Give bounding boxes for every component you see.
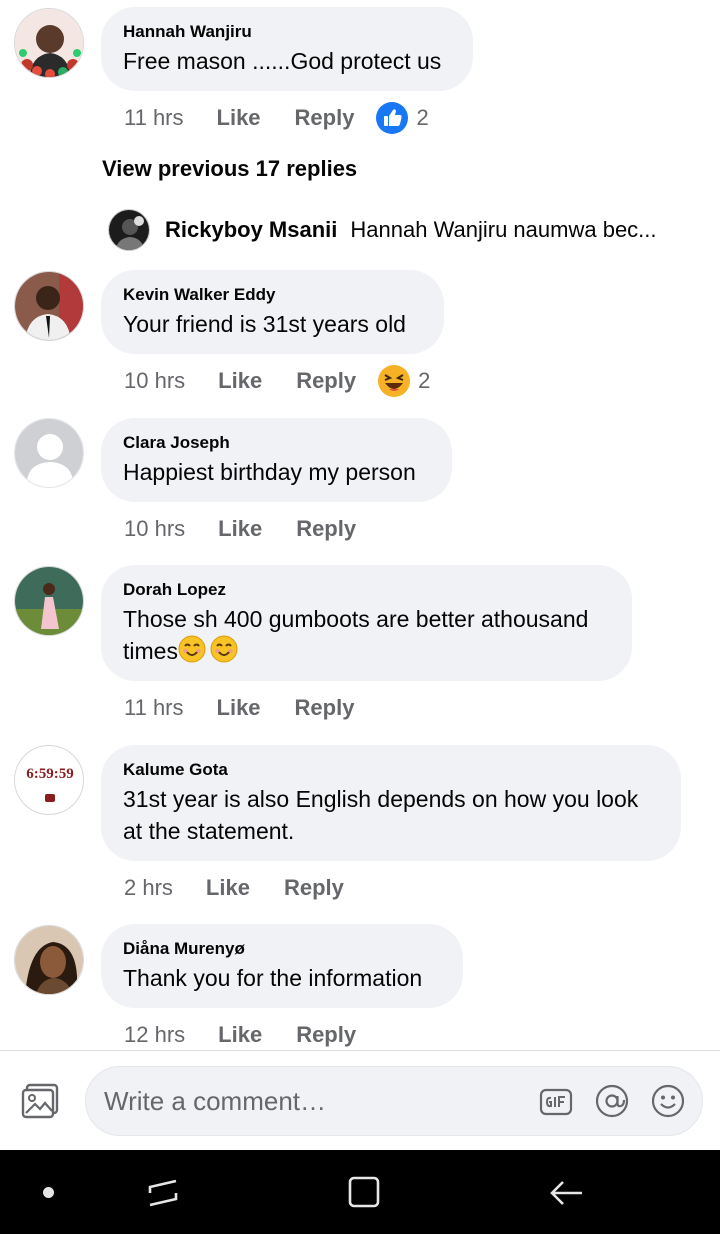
recent-apps-icon[interactable]	[146, 1177, 180, 1209]
gif-icon[interactable]	[539, 1086, 573, 1118]
comment-author[interactable]: Diåna Murenyø	[123, 939, 441, 959]
photo-icon[interactable]	[21, 1083, 61, 1119]
comment-actions: 11 hrs Like Reply 2	[124, 102, 429, 134]
reply-text: Hannah Wanjiru naumwa bec...	[350, 217, 657, 242]
comment-text-line: Those sh 400 gumboots are better athousa…	[123, 606, 589, 632]
comment-author[interactable]: Kalume Gota	[123, 760, 659, 780]
avatar[interactable]	[14, 566, 84, 636]
comment-text: Free mason ......God protect us	[123, 48, 442, 74]
reply-preview[interactable]: Rickyboy Msanii Hannah Wanjiru naumwa be…	[108, 208, 708, 252]
comment-text-line: 31st year is also English depends on how…	[123, 786, 639, 812]
reaction-count: 2	[416, 105, 429, 130]
comment-time[interactable]: 2 hrs	[124, 875, 173, 901]
avatar-text: 6:59:59	[26, 766, 74, 782]
avatar[interactable]	[14, 925, 84, 995]
dot-icon[interactable]	[43, 1187, 54, 1198]
comment-text-line: at the statement.	[123, 818, 295, 844]
comment-text: Your friend is 31st years old	[123, 311, 406, 337]
comment-time[interactable]: 12 hrs	[124, 1022, 185, 1048]
comment-author[interactable]: Kevin Walker Eddy	[123, 285, 422, 305]
reply-button[interactable]: Reply	[296, 368, 356, 394]
comment-text-line: times	[123, 638, 178, 664]
comment-actions: 2 hrs Like Reply	[124, 873, 344, 903]
comment-bubble[interactable]: Diåna Murenyø Thank you for the informat…	[101, 924, 463, 1008]
comment-time[interactable]: 11 hrs	[124, 695, 184, 721]
comment-composer: Write a comment…	[0, 1050, 720, 1150]
view-previous-replies[interactable]: View previous 17 replies	[102, 156, 357, 182]
avatar[interactable]	[14, 271, 84, 341]
smiling-emoji-icon	[178, 635, 206, 663]
like-button[interactable]: Like	[218, 368, 262, 394]
comment-text: Happiest birthday my person	[123, 459, 416, 485]
reply-button[interactable]: Reply	[295, 695, 355, 721]
laughing-emoji-icon	[378, 365, 411, 397]
at-icon[interactable]	[595, 1084, 629, 1118]
like-button[interactable]: Like	[218, 1022, 262, 1048]
smiling-emoji-icon	[210, 635, 238, 663]
comment-author[interactable]: Dorah Lopez	[123, 580, 610, 600]
comment-time[interactable]: 11 hrs	[124, 105, 184, 131]
reply-button[interactable]: Reply	[296, 516, 356, 542]
comments-feed[interactable]: Hannah Wanjiru Free mason ......God prot…	[0, 0, 720, 1050]
reaction-summary[interactable]: 2	[376, 102, 429, 134]
smile-icon[interactable]	[651, 1084, 685, 1118]
like-button[interactable]: Like	[217, 105, 261, 131]
like-button[interactable]: Like	[206, 875, 250, 901]
reply-button[interactable]: Reply	[295, 105, 355, 131]
like-button[interactable]: Like	[218, 516, 262, 542]
comment-time[interactable]: 10 hrs	[124, 516, 185, 542]
reply-button[interactable]: Reply	[296, 1022, 356, 1048]
comment-actions: 10 hrs Like Reply	[124, 514, 356, 544]
avatar[interactable]	[14, 8, 84, 78]
comment-actions: 11 hrs Like Reply	[124, 693, 354, 723]
comment-actions: 10 hrs Like Reply 2	[124, 365, 430, 397]
comment-author[interactable]: Hannah Wanjiru	[123, 22, 451, 42]
comment-time[interactable]: 10 hrs	[124, 368, 185, 394]
avatar[interactable]: 6:59:59	[14, 745, 84, 815]
comment-bubble[interactable]: Clara Joseph Happiest birthday my person	[101, 418, 452, 502]
comment-bubble[interactable]: Dorah Lopez Those sh 400 gumboots are be…	[101, 565, 632, 681]
comment-bubble[interactable]: Kevin Walker Eddy Your friend is 31st ye…	[101, 270, 444, 354]
comment-bubble[interactable]: Hannah Wanjiru Free mason ......God prot…	[101, 7, 473, 91]
reply-button[interactable]: Reply	[284, 875, 344, 901]
comment-input[interactable]: Write a comment…	[85, 1066, 703, 1136]
reply-author: Rickyboy Msanii	[165, 217, 338, 242]
avatar	[108, 209, 150, 251]
comment-author[interactable]: Clara Joseph	[123, 433, 430, 453]
reaction-count: 2	[418, 368, 431, 393]
reaction-summary[interactable]: 2	[378, 365, 430, 397]
comment-text: Thank you for the information	[123, 965, 423, 991]
comment-bubble[interactable]: Kalume Gota 31st year is also English de…	[101, 745, 681, 861]
home-icon[interactable]	[347, 1175, 381, 1209]
back-icon[interactable]	[548, 1177, 584, 1209]
system-navigation-bar	[0, 1150, 720, 1234]
avatar[interactable]	[14, 418, 84, 488]
comment-placeholder: Write a comment…	[104, 1086, 327, 1116]
comment-actions: 12 hrs Like Reply	[124, 1020, 356, 1050]
like-button[interactable]: Like	[217, 695, 261, 721]
avatar-mark	[45, 794, 55, 802]
like-icon	[376, 102, 409, 134]
comment-text: 31st year is also English depends on how…	[123, 783, 659, 847]
comment-text: Those sh 400 gumboots are better athousa…	[123, 603, 610, 667]
